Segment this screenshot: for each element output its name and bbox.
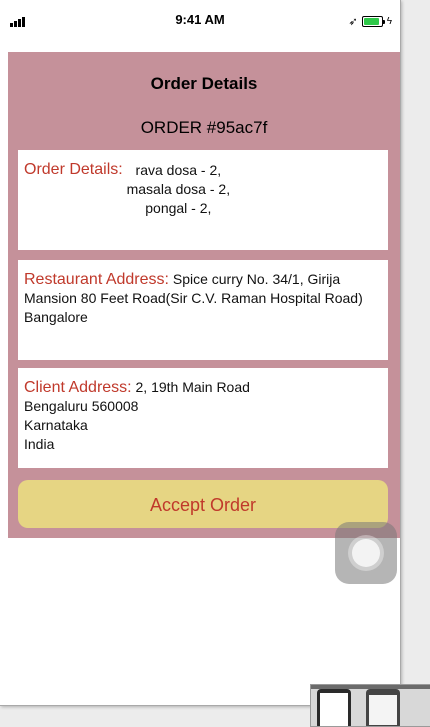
battery-icon bbox=[361, 15, 385, 27]
page-title: Order Details bbox=[150, 74, 258, 93]
order-panel: Order Details ORDER #95ac7f Order Detail… bbox=[8, 52, 400, 538]
phone-screen: 9:41 AM ➶ ϟ Order Details ORDER #95ac7f … bbox=[0, 0, 401, 706]
client-address-label: Client Address: bbox=[24, 379, 132, 396]
order-details-card: Order Details: rava dosa - 2, masala dos… bbox=[18, 150, 388, 250]
order-item: rava dosa - 2, bbox=[135, 162, 222, 178]
assistive-touch-button[interactable] bbox=[335, 522, 397, 584]
charging-icon: ϟ bbox=[386, 15, 392, 27]
client-address-line1: 2, 19th Main Road bbox=[135, 379, 250, 395]
battery-fill bbox=[363, 17, 379, 25]
client-address-line3: Karnataka bbox=[24, 417, 88, 433]
accept-order-button[interactable]: Accept Order bbox=[18, 480, 388, 528]
status-right: ➶ ϟ bbox=[348, 14, 392, 28]
location-arrow-icon: ➶ bbox=[348, 15, 358, 28]
status-bar: 9:41 AM ➶ ϟ bbox=[0, 0, 400, 44]
order-details-label: Order Details: bbox=[24, 161, 123, 178]
restaurant-address-label: Restaurant Address: bbox=[24, 271, 169, 288]
screenshot-thumbnail[interactable] bbox=[310, 684, 430, 727]
order-item: masala dosa - 2, bbox=[126, 181, 231, 197]
client-address-line2: Bengaluru 560008 bbox=[24, 398, 139, 414]
client-address-line4: India bbox=[24, 436, 55, 452]
client-address-card: Client Address: 2, 19th Main Road Bengal… bbox=[18, 368, 388, 468]
order-item: pongal - 2, bbox=[145, 200, 212, 216]
status-time: 9:41 AM bbox=[175, 12, 225, 27]
restaurant-address-card: Restaurant Address: Spice curry No. 34/1… bbox=[18, 260, 388, 360]
order-id: ORDER #95ac7f bbox=[140, 118, 268, 137]
order-items-list: rava dosa - 2, masala dosa - 2, pongal -… bbox=[127, 160, 231, 218]
